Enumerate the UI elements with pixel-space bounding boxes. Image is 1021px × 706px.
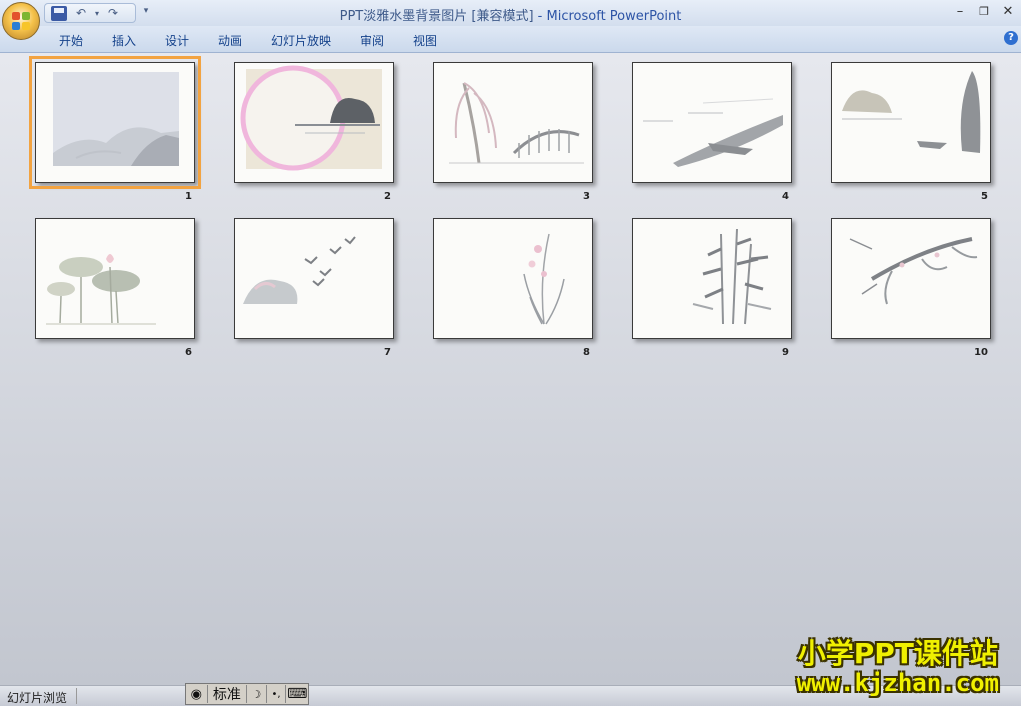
moon-island-image [240, 65, 382, 171]
app-name: Microsoft PowerPoint [546, 9, 682, 24]
slide-number: 3 [583, 191, 590, 202]
ribbon-tabs: 开始 插入 设计 动画 幻灯片放映 审阅 视图 ? [0, 26, 1021, 53]
misty-mountains-image [53, 72, 179, 166]
cliff-boat-image [842, 71, 981, 153]
slide-number: 6 [185, 347, 192, 358]
watermark: 小学PPT课件站 www.kjzhan.com [796, 637, 999, 697]
tab-design[interactable]: 设计 [165, 32, 189, 49]
tab-view[interactable]: 视图 [413, 32, 437, 49]
ime-mode-button[interactable]: 标准 [208, 685, 247, 703]
window-title: PPT淡雅水墨背景图片 [兼容模式] - Microsoft PowerPoin… [0, 5, 1021, 24]
slide-number: 9 [782, 347, 789, 358]
slide-thumbnail-4[interactable] [632, 62, 792, 183]
slide-thumbnail-7[interactable] [234, 218, 394, 339]
slide-thumbnail-2[interactable] [234, 62, 394, 183]
close-button[interactable]: ✕ [996, 3, 1020, 21]
status-divider [76, 688, 77, 704]
watermark-title: 小学PPT课件站 [797, 637, 998, 670]
slide-thumbnail-6[interactable] [35, 218, 195, 339]
slide-thumbnail-5[interactable] [831, 62, 991, 183]
slide-sorter-pane: 1 2 3 4 5 6 7 8 9 10 [0, 53, 1021, 685]
tab-home[interactable]: 开始 [59, 32, 83, 49]
tab-insert[interactable]: 插入 [112, 32, 136, 49]
slide-thumbnail-10[interactable] [831, 218, 991, 339]
punctuation-icon[interactable]: •, [267, 685, 287, 703]
title-bar: ↶ ▾ ↷ ▾ PPT淡雅水墨背景图片 [兼容模式] - Microsoft P… [0, 0, 1021, 26]
slide-number: 2 [384, 191, 391, 202]
moon-icon[interactable]: ☽ [247, 685, 267, 703]
boat-shore-image [643, 98, 783, 167]
keyboard-icon[interactable]: ⌨ [286, 685, 308, 703]
orchid-image [523, 233, 565, 325]
slide-thumbnail-3[interactable] [433, 62, 593, 183]
bamboo-image [692, 228, 772, 325]
ime-logo-icon[interactable]: ◉ [186, 685, 208, 703]
tab-review[interactable]: 审阅 [360, 32, 384, 49]
slide-number: 1 [185, 191, 192, 202]
slide-number: 5 [981, 191, 988, 202]
office-button[interactable] [2, 2, 40, 40]
title-separator: - [533, 9, 547, 24]
help-icon[interactable]: ? [1004, 31, 1018, 45]
watermark-url: www.kjzhan.com [796, 669, 999, 697]
tab-animations[interactable]: 动画 [218, 32, 242, 49]
birds-image [243, 236, 356, 304]
view-status-label: 幻灯片浏览 [7, 691, 68, 705]
plum-branch-image [849, 237, 978, 305]
ime-toolbar: ◉ 标准 ☽ •, ⌨ [185, 683, 309, 705]
tab-slideshow[interactable]: 幻灯片放映 [271, 32, 331, 49]
slide-thumbnail-9[interactable] [632, 218, 792, 339]
slide-number: 10 [974, 347, 988, 358]
slide-number: 7 [384, 347, 391, 358]
slide-number: 8 [583, 347, 590, 358]
office-logo-icon [12, 12, 30, 30]
restore-button[interactable]: ❐ [972, 3, 996, 21]
slide-number: 4 [782, 191, 789, 202]
willow-bridge-image [449, 82, 584, 164]
slide-thumbnail-8[interactable] [433, 218, 593, 339]
minimize-button[interactable]: – [948, 3, 972, 21]
lotus-image [46, 254, 156, 325]
slide-thumbnail-1[interactable] [29, 56, 201, 189]
document-title: PPT淡雅水墨背景图片 [兼容模式] [339, 9, 534, 24]
